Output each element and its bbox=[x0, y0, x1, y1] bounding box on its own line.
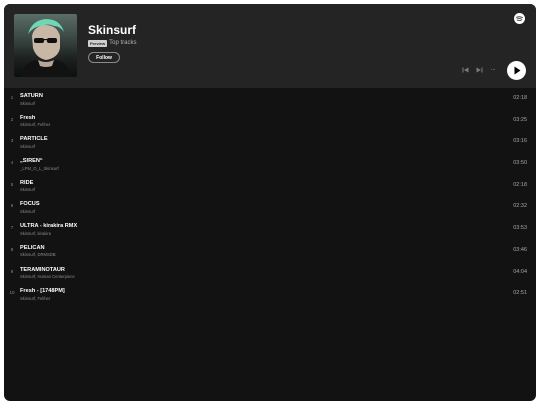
track-duration: 03:16 bbox=[513, 138, 527, 145]
track-artist[interactable]: Skinsurf, DRMSDB bbox=[20, 252, 56, 257]
top-tracks-label: Top tracks bbox=[109, 40, 137, 46]
track-title[interactable]: FOCUS bbox=[20, 201, 40, 207]
track-number: 2 bbox=[10, 116, 14, 122]
track-artist[interactable]: Skinsurf bbox=[20, 144, 35, 149]
track-number: 3 bbox=[10, 138, 14, 144]
track-duration: 03:53 bbox=[513, 225, 527, 232]
track-duration: 04:04 bbox=[513, 268, 527, 275]
track-artist[interactable]: Skinsurf, Feliher bbox=[20, 122, 50, 127]
track-title[interactable]: RIDE bbox=[20, 180, 33, 186]
track-row[interactable]: 9 TERAMINOTAUR Skinsurf, Human Centerpiece… bbox=[4, 262, 536, 284]
track-row[interactable]: 7 ULTRA - kirakira RMX Skinsurf, kirakira 0… bbox=[4, 218, 536, 240]
track-title[interactable]: ULTRA - kirakira RMX bbox=[20, 223, 77, 229]
track-row[interactable]: 1 SATURN Skinsurf 02:18 bbox=[4, 88, 536, 110]
track-title[interactable]: PARTICLE bbox=[20, 136, 48, 142]
track-artist[interactable]: _LPM_O_L_Skinsurf bbox=[20, 166, 59, 171]
track-number: 10 bbox=[9, 290, 15, 296]
track-number: 6 bbox=[10, 203, 14, 209]
track-row[interactable]: 8 PELICAN Skinsurf, DRMSDB 03:46 bbox=[4, 240, 536, 262]
track-row[interactable]: 10 Fresh - [1748PM] Skinsurf, Feliher 02:51 bbox=[4, 283, 536, 305]
track-title[interactable]: SATURN bbox=[20, 93, 43, 99]
track-row[interactable]: 5 RIDE Skinsurf 02:18 bbox=[4, 175, 536, 197]
follow-button[interactable]: Follow bbox=[88, 52, 120, 63]
track-duration: 02:32 bbox=[513, 203, 527, 210]
track-title[interactable]: „SIREN“ bbox=[20, 158, 43, 164]
spotify-embed-player: Skinsurf Preview Top tracks Follow ··· 1… bbox=[4, 4, 536, 401]
track-title[interactable]: TERAMINOTAUR bbox=[20, 267, 65, 273]
track-number: 4 bbox=[10, 160, 14, 166]
track-title[interactable]: Fresh - [1748PM] bbox=[20, 288, 65, 294]
track-duration: 02:18 bbox=[513, 95, 527, 101]
track-row[interactable]: 2 Fresh Skinsurf, Feliher 03:25 bbox=[4, 110, 536, 132]
track-number: 7 bbox=[10, 225, 14, 231]
track-title[interactable]: Fresh bbox=[20, 115, 35, 121]
track-row[interactable]: 3 PARTICLE Skinsurf 03:16 bbox=[4, 131, 536, 153]
track-duration: 02:18 bbox=[513, 181, 527, 188]
track-number: 1 bbox=[10, 95, 14, 100]
artist-cover-image[interactable] bbox=[14, 14, 77, 77]
more-options-icon[interactable]: ··· bbox=[488, 65, 498, 75]
track-duration: 03:50 bbox=[513, 160, 527, 167]
track-duration: 03:46 bbox=[513, 246, 527, 253]
play-button[interactable] bbox=[507, 60, 526, 80]
subtitle-row: Preview Top tracks bbox=[88, 39, 136, 47]
track-artist[interactable]: Skinsurf bbox=[20, 187, 35, 192]
skip-previous-icon[interactable] bbox=[460, 65, 470, 75]
track-row[interactable]: 4 „SIREN“ _LPM_O_L_Skinsurf 03:50 bbox=[4, 153, 536, 175]
spotify-logo-icon[interactable] bbox=[514, 13, 525, 24]
artist-title[interactable]: Skinsurf bbox=[88, 23, 136, 37]
track-artist[interactable]: Skinsurf, Feliher bbox=[20, 296, 50, 301]
track-artist[interactable]: Skinsurf, kirakira bbox=[20, 231, 51, 236]
track-number: 9 bbox=[10, 268, 14, 274]
skip-next-icon[interactable] bbox=[474, 65, 484, 75]
track-artist[interactable]: Skinsurf, Human Centerpiece bbox=[20, 274, 75, 279]
track-list: 1 SATURN Skinsurf 02:18 2 Fresh Skinsurf, Feli… bbox=[4, 88, 536, 305]
track-number: 8 bbox=[10, 246, 14, 252]
track-duration: 03:25 bbox=[513, 116, 527, 123]
artist-header: Skinsurf Preview Top tracks Follow ··· bbox=[4, 4, 536, 88]
track-title[interactable]: PELICAN bbox=[20, 245, 45, 251]
playback-controls: ··· bbox=[460, 60, 526, 80]
track-row[interactable]: 6 FOCUS Skinsurf 02:32 bbox=[4, 196, 536, 218]
track-number: 5 bbox=[10, 181, 14, 187]
track-duration: 02:51 bbox=[513, 290, 527, 297]
play-icon bbox=[514, 66, 520, 74]
track-artist[interactable]: Skinsurf bbox=[20, 209, 35, 214]
preview-badge: Preview bbox=[88, 39, 108, 47]
track-artist[interactable]: Skinsurf bbox=[20, 101, 35, 106]
